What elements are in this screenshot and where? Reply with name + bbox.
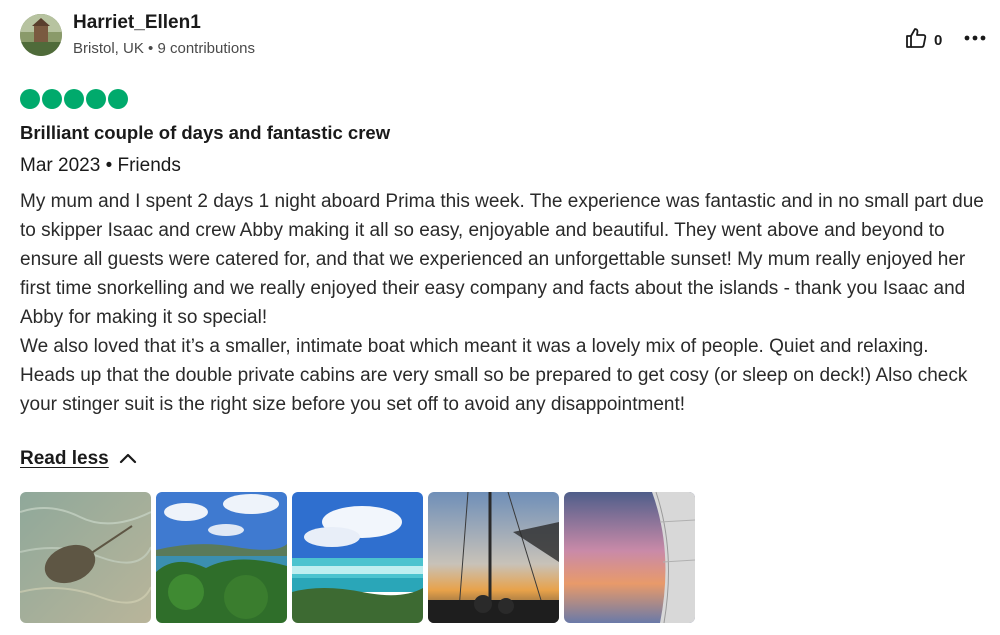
rating-bubble-2 [42, 89, 62, 109]
photo-stingray[interactable] [20, 492, 151, 623]
reviewer-contributions: 9 contributions [157, 40, 256, 57]
chevron-up-icon [119, 448, 137, 470]
reviewer-meta: Bristol, UK • 9 contributions [73, 40, 255, 57]
review-date: Mar 2023 [20, 155, 101, 176]
read-less-button[interactable]: Read less [20, 448, 137, 470]
avatar[interactable] [20, 14, 62, 56]
more-options-button[interactable] [962, 24, 988, 50]
photo-bay-view[interactable] [156, 492, 287, 623]
rating-bubble-5 [108, 89, 128, 109]
review-paragraph: My mum and I spent 2 days 1 night aboard… [20, 191, 984, 328]
photo-gallery [20, 492, 695, 623]
meta-separator: • [148, 40, 154, 57]
rating-bubble-1 [20, 89, 40, 109]
review-paragraph: We also loved that it’s a smaller, intim… [20, 336, 929, 357]
photo-sail-dusk[interactable] [564, 492, 695, 623]
trip-meta: Mar 2023 • Friends [20, 155, 181, 177]
review-paragraph: Heads up that the double private cabins … [20, 365, 968, 415]
trip-type: Friends [117, 155, 181, 176]
more-options-icon [964, 28, 986, 46]
rating-bubble-4 [86, 89, 106, 109]
rating-bubble-3 [64, 89, 84, 109]
rating-bubbles [20, 89, 128, 109]
read-less-label: Read less [20, 448, 109, 469]
reviewer-name[interactable]: Harriet_Ellen1 [73, 12, 201, 34]
helpful-vote-button[interactable]: 0 [904, 26, 942, 55]
photo-beach-lagoon[interactable] [292, 492, 423, 623]
trip-separator: • [105, 155, 113, 176]
photo-sailing-sunset[interactable] [428, 492, 559, 623]
reviewer-location: Bristol, UK [73, 40, 144, 57]
review-body: My mum and I spent 2 days 1 night aboard… [20, 187, 995, 419]
review-title[interactable]: Brilliant couple of days and fantastic c… [20, 122, 390, 144]
helpful-count: 0 [934, 32, 943, 49]
thumbs-up-icon [904, 26, 928, 55]
